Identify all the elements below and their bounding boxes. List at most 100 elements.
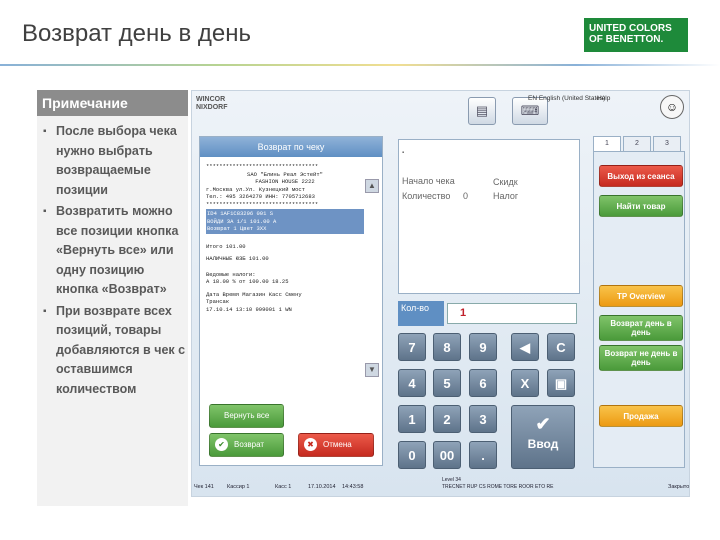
key-3[interactable]: 3 — [469, 405, 497, 433]
check-icon: ✔ — [215, 438, 228, 452]
journal-button[interactable]: ▤ — [468, 97, 496, 125]
brand-line-2: OF BENETTON. — [589, 34, 664, 45]
footer-info: Level 34 TRECNET RUP CS ROME TORE ROOR E… — [442, 477, 554, 491]
key-1[interactable]: 1 — [398, 405, 426, 433]
backspace-key[interactable]: ◀ — [511, 333, 539, 361]
check-icon: ✔ — [535, 414, 551, 434]
document-icon: ▤ — [475, 103, 489, 118]
scroll-down-button[interactable]: ▼ — [365, 363, 379, 377]
key-9[interactable]: 9 — [469, 333, 497, 361]
qty-input[interactable]: 1 — [447, 303, 577, 324]
sale-button[interactable]: Продажа — [599, 405, 683, 427]
quantity-row: Кол-во 1 — [398, 301, 580, 326]
status-bar: Чек 141 Кассир 1 Касс 1 17.10.2014 14:43… — [192, 477, 689, 496]
return-all-button[interactable]: Вернуть все — [209, 404, 284, 428]
status-receipt: Чек 141 — [194, 484, 214, 490]
slide-title: Возврат день в день — [22, 20, 251, 47]
vendor-line-1: WINCOR — [196, 96, 226, 103]
logout-button[interactable]: Выход из сеанса — [599, 165, 683, 187]
receipt-line: 17.10.14 13:10 999001 1 WN — [206, 305, 292, 313]
return-other-day-button[interactable]: Возврат не день в день — [599, 345, 683, 371]
key-7[interactable]: 7 — [398, 333, 426, 361]
tab-1[interactable]: 1 — [593, 136, 621, 152]
note-item: ▪ При возврате всех позиций, товары добав… — [43, 302, 186, 400]
brand-logo: UNITED COLORS OF BENETTON. — [584, 18, 688, 52]
clear-key[interactable]: C — [547, 333, 575, 361]
status-cashier: Кассир 1 — [227, 484, 250, 490]
brand-line-1: UNITED COLORS — [589, 23, 672, 34]
quantity-label: Количество — [402, 191, 451, 201]
bullet-icon: ▪ — [43, 206, 47, 217]
key-4[interactable]: 4 — [398, 369, 426, 397]
status-closed: Закрыто — [668, 484, 690, 490]
language-select[interactable]: EN English (United States) — [528, 95, 605, 102]
keyboard-icon: ⌨ — [520, 103, 540, 118]
bullet-icon: ▪ — [43, 305, 47, 317]
return-button[interactable]: ✔ Возврат — [209, 433, 284, 457]
receipt-line: А 18.00 % от 100.00 18.25 — [206, 278, 289, 285]
tp-overview-button[interactable]: TP Overview — [599, 285, 683, 307]
note-item: ▪ Возвратить можно все позиции кнопка «Ве… — [43, 202, 186, 300]
quantity-value: 0 — [463, 191, 469, 201]
receipt-line: SAO "Блинь Реал Эстейт" — [247, 170, 323, 178]
receipt-line: ********************************** — [206, 200, 319, 208]
receipt-line: Дата Время Магазин Касс Смену — [206, 290, 302, 298]
receipt-line: Ведомые налоги: — [206, 270, 256, 278]
footer-level: Level 34 — [442, 477, 461, 483]
return-same-day-button[interactable]: Возврат день в день — [599, 315, 683, 341]
enter-label: Ввод — [527, 437, 559, 451]
receipt-line: ********************************** — [206, 163, 319, 170]
pos-screen: WINCOR NIXDORF ▤ ⌨ EN English (United St… — [191, 90, 690, 497]
cancel-key[interactable]: X — [511, 369, 539, 397]
find-item-button[interactable]: Найти товар — [599, 195, 683, 217]
x-icon: ✖ — [304, 438, 317, 452]
help-button[interactable]: Help — [597, 95, 610, 102]
drawer-key[interactable]: ▣ — [547, 369, 575, 397]
tab-3[interactable]: 3 — [653, 136, 681, 152]
key-2[interactable]: 2 — [433, 405, 461, 433]
receipt-line: НАЛИЧНЫЕ ЮЗБ 101.00 — [206, 255, 269, 262]
tab-2[interactable]: 2 — [623, 136, 651, 152]
note-list: ▪ После выбора чека нужно выбрать возвращ… — [37, 116, 188, 399]
key-00[interactable]: 00 — [433, 441, 461, 469]
receipt-panel: Возврат по чеку ************************… — [199, 136, 383, 466]
status-till: Касс 1 — [275, 484, 292, 490]
key-8[interactable]: 8 — [433, 333, 461, 361]
bullet-icon: ▪ — [43, 126, 47, 137]
qty-label: Кол-во — [398, 301, 444, 326]
return-all-label: Вернуть все — [224, 411, 270, 420]
receipt-line: г.Москва ул.Ул. Кузнецкий мост — [206, 185, 306, 193]
receipt-line: ID4 1AF1C83206 001 S — [207, 210, 274, 217]
function-tabs: 1 2 3 — [593, 136, 685, 152]
receipt-selected-item[interactable]: ID4 1AF1C83206 001 S ВОЙДИ ЗА 1/1 101.00… — [206, 209, 364, 234]
cancel-label: Отмена — [323, 440, 352, 449]
cancel-button[interactable]: ✖ Отмена — [298, 433, 374, 457]
footer-store: TRECNET RUP CS ROME TORE ROOR ETO RE — [442, 484, 554, 490]
key-dot[interactable]: . — [469, 441, 497, 469]
note-text: Возвратить можно все позиции кнопка «Вер… — [56, 204, 179, 296]
title-divider — [0, 64, 720, 66]
receipt-line: ВОЙДИ ЗА 1/1 101.00 А — [207, 217, 277, 225]
enter-key[interactable]: ✔ Ввод — [511, 405, 575, 469]
note-text: При возврате всех позиций, товары добавл… — [56, 303, 186, 396]
note-text: После выбора чека нужно выбрать возвраща… — [56, 124, 177, 197]
receipt-line: Тел.: 495 3264270 ИНН: 7705712683 — [206, 193, 315, 200]
receipt-line: Итого 101.00 — [206, 242, 246, 250]
receipt-line: Возврат 1 Цвет 3XX — [207, 225, 267, 232]
arrow-left-icon: ◀ — [520, 340, 530, 355]
return-label: Возврат — [234, 440, 264, 449]
status-date: 17.10.2014 — [308, 484, 336, 490]
receipt-body[interactable]: ********************************** SAO "… — [206, 163, 364, 313]
receipt-start-label: Начало чека — [402, 176, 455, 186]
triangle-down-icon: ▼ — [368, 365, 376, 374]
triangle-up-icon: ▲ — [368, 181, 376, 190]
user-icon[interactable]: ☺ — [660, 95, 684, 119]
scroll-up-button[interactable]: ▲ — [365, 179, 379, 193]
key-5[interactable]: 5 — [433, 369, 461, 397]
key-6[interactable]: 6 — [469, 369, 497, 397]
receipt-line: Трансак — [206, 298, 230, 305]
key-0[interactable]: 0 — [398, 441, 426, 469]
vendor-logo: WINCOR NIXDORF — [196, 96, 228, 112]
vendor-line-2: NIXDORF — [196, 104, 228, 111]
tax-label: Налог — [493, 191, 519, 201]
